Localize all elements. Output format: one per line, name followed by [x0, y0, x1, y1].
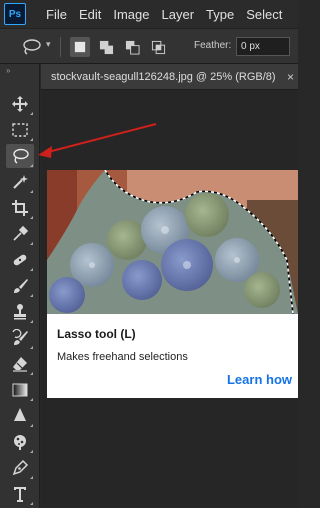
- rectangular-marquee-icon[interactable]: [6, 118, 34, 142]
- menu-layer[interactable]: Layer: [156, 7, 201, 22]
- tooltip-title: Lasso tool (L): [57, 327, 136, 341]
- blur-icon[interactable]: [6, 404, 34, 428]
- menu-file[interactable]: File: [40, 7, 73, 22]
- dodge-icon[interactable]: [6, 430, 34, 454]
- eyedropper-icon[interactable]: [6, 222, 34, 246]
- document-tab[interactable]: stockvault-seagull126248.jpg @ 25% (RGB/…: [41, 64, 298, 90]
- crop-icon[interactable]: [6, 196, 34, 220]
- tooltip-description: Makes freehand selections: [57, 351, 188, 363]
- type-icon[interactable]: [6, 482, 34, 506]
- tools-panel: »: [0, 64, 40, 508]
- intersect-selection-icon[interactable]: [148, 37, 168, 57]
- options-bar: ▾ Feather:: [0, 28, 298, 64]
- lasso-icon[interactable]: [20, 38, 42, 56]
- clone-stamp-icon[interactable]: [6, 300, 34, 324]
- add-to-selection-icon[interactable]: [96, 37, 116, 57]
- menu-select[interactable]: Select: [240, 7, 288, 22]
- chevron-down-icon[interactable]: ▾: [46, 39, 51, 50]
- feather-label: Feather:: [194, 40, 232, 51]
- learn-how-link[interactable]: Learn how: [227, 372, 292, 387]
- eraser-icon[interactable]: [6, 352, 34, 376]
- lasso-icon[interactable]: [6, 144, 34, 168]
- menu-bar: Ps File Edit Image Layer Type Select: [0, 0, 298, 28]
- canvas-image[interactable]: [47, 170, 298, 314]
- divider: [60, 37, 61, 57]
- history-brush-icon[interactable]: [6, 326, 34, 350]
- document-tab-title: stockvault-seagull126248.jpg @ 25% (RGB/…: [51, 71, 276, 83]
- subtract-from-selection-icon[interactable]: [122, 37, 142, 57]
- feather-input[interactable]: [236, 37, 290, 56]
- healing-brush-icon[interactable]: [6, 248, 34, 272]
- pen-icon[interactable]: [6, 456, 34, 480]
- gradient-icon[interactable]: [6, 378, 34, 402]
- move-tool-icon[interactable]: [6, 92, 34, 116]
- photoshop-logo[interactable]: Ps: [4, 3, 26, 25]
- close-icon[interactable]: ×: [287, 70, 294, 84]
- brush-icon[interactable]: [6, 274, 34, 298]
- menu-edit[interactable]: Edit: [73, 7, 107, 22]
- menu-image[interactable]: Image: [107, 7, 155, 22]
- new-selection-icon[interactable]: [70, 37, 90, 57]
- tool-tooltip: Lasso tool (L) Makes freehand selections…: [47, 314, 298, 398]
- menu-type[interactable]: Type: [200, 7, 240, 22]
- magic-wand-icon[interactable]: [6, 170, 34, 194]
- collapse-panel-icon[interactable]: »: [6, 66, 11, 75]
